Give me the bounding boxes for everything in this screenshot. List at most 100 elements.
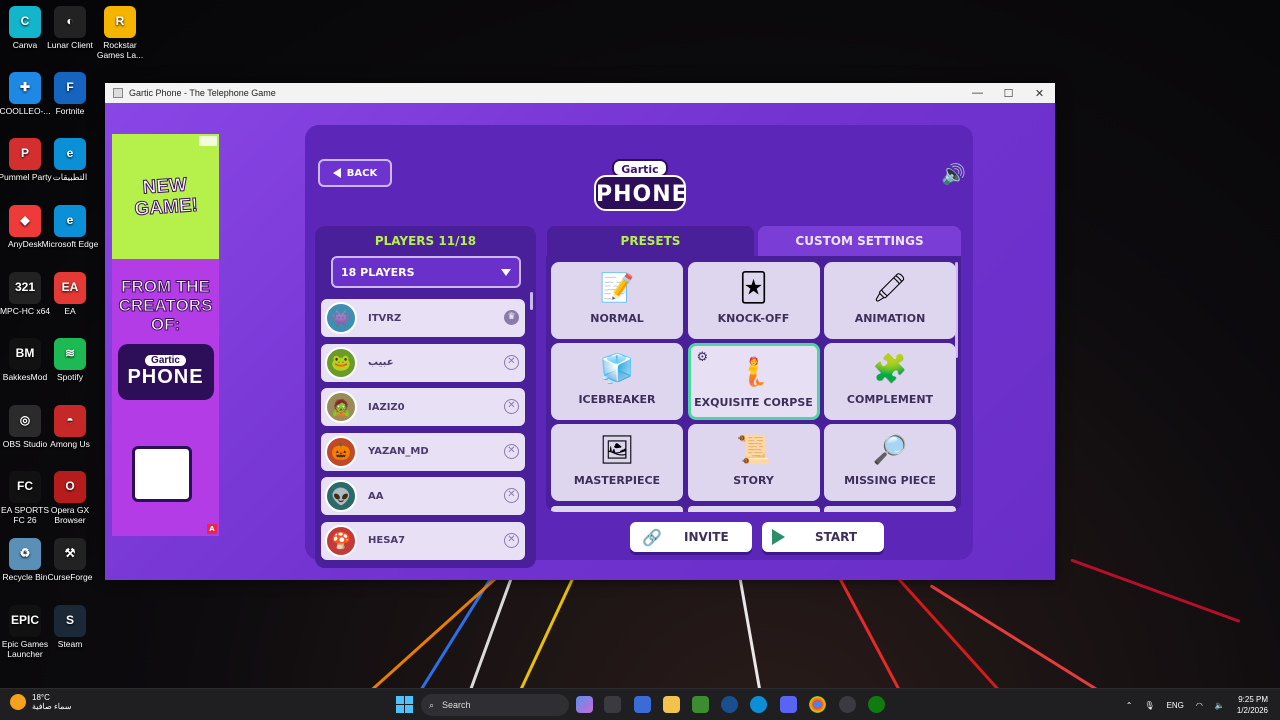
edge-icon[interactable] xyxy=(750,696,767,713)
taskbar: 18°C سماء صافية ⌕ Search ⌃ 🎙 ENG ◠ 🔈 9:2… xyxy=(0,688,1280,720)
start-menu-icon[interactable] xyxy=(396,696,413,713)
preset-card[interactable]: 🃏 KNOCK-OFF xyxy=(687,262,820,339)
preset-card[interactable]: 🔎 MISSING PIECE xyxy=(824,424,956,501)
tab-presets[interactable]: PRESETS xyxy=(547,226,754,256)
start-button[interactable]: START xyxy=(762,522,884,552)
preset-card[interactable]: ⚙ 🧜 EXQUISITE CORPSE xyxy=(687,343,820,420)
desktop-icon[interactable]: S Steam xyxy=(40,605,100,650)
app-icon[interactable] xyxy=(721,696,738,713)
file-explorer-icon[interactable] xyxy=(663,696,680,713)
avatar: 🍄 xyxy=(325,524,357,557)
avatar: 🎃 xyxy=(325,435,357,468)
ad-badge: A xyxy=(207,524,217,534)
ad-logo-top: Gartic xyxy=(145,355,186,366)
back-button[interactable]: BACK xyxy=(318,159,392,187)
microphone-icon[interactable]: 🎙 xyxy=(1144,701,1154,710)
close-button[interactable]: ✕ xyxy=(1024,87,1055,100)
player-row: 👽 AA ✕ xyxy=(321,477,525,515)
maximize-button[interactable]: ☐ xyxy=(993,87,1024,100)
advertisement[interactable]: NEW GAME! FROM THE CREATORS OF: Gartic P… xyxy=(112,134,219,536)
preset-icon: 🧜 xyxy=(736,354,771,388)
preset-card-partial[interactable] xyxy=(688,506,820,512)
preset-label: ANIMATION xyxy=(854,312,926,325)
gartic-phone-taskbar-icon[interactable] xyxy=(839,696,856,713)
clock-time: 9:25 PM xyxy=(1238,695,1268,704)
preset-label: COMPLEMENT xyxy=(846,393,934,406)
desktop-icon[interactable]: EA EA xyxy=(40,272,100,317)
ad-info-icon[interactable] xyxy=(199,136,217,146)
minecraft-icon[interactable] xyxy=(692,696,709,713)
players-scrollbar[interactable] xyxy=(530,292,533,310)
xbox-icon[interactable] xyxy=(868,696,885,713)
preset-icon: 🃏 xyxy=(739,270,768,304)
preset-icon: 🧩 xyxy=(872,351,908,385)
app-logo-icon: S xyxy=(54,605,86,637)
app-logo-icon: EPIC xyxy=(9,605,41,637)
player-name: عبيب xyxy=(368,357,394,368)
sound-icon[interactable]: 🔊 xyxy=(941,162,966,186)
player-list: 👾 ITVRZ ♛ 🐸 عبيب ✕ 🧟 IAZIZ0 ✕ 🎃 YAZAN_MD ✕ 👽… xyxy=(321,299,525,566)
chrome-icon[interactable] xyxy=(809,696,826,713)
gartic-phone-logo: Gartic PHONE xyxy=(594,157,687,215)
desktop-icon-label: Steam xyxy=(57,639,83,649)
desktop-icon[interactable]: R Rockstar Games La... xyxy=(90,6,150,61)
app-logo-icon: ◐ xyxy=(54,6,86,38)
desktop-icon[interactable]: ⚒ CurseForge xyxy=(40,538,100,583)
app-logo-icon: FC xyxy=(9,471,41,503)
discord-icon[interactable] xyxy=(780,696,797,713)
preset-card[interactable]: 📝 NORMAL xyxy=(551,262,683,339)
preset-card[interactable]: 🖼 MASTERPIECE xyxy=(551,424,683,501)
desktop-icon[interactable]: O Opera GX Browser xyxy=(40,471,100,526)
invite-button[interactable]: 🔗 INVITE xyxy=(630,522,752,552)
desktop-icon-label: CurseForge xyxy=(47,572,93,582)
kick-icon[interactable]: ✕ xyxy=(504,488,519,503)
players-panel: PLAYERS 11/18 18 PLAYERS 👾 ITVRZ ♛ 🐸 عبيب… xyxy=(315,226,536,568)
app-logo-icon: ✚ xyxy=(9,72,41,104)
play-icon xyxy=(772,529,785,545)
avatar: 👽 xyxy=(325,480,357,512)
desktop-icon-label: EA xyxy=(64,306,76,316)
wifi-icon[interactable]: ◠ xyxy=(1196,701,1203,710)
desktop-icon[interactable]: e التطبيقات xyxy=(40,138,100,183)
kick-icon[interactable]: ✕ xyxy=(504,354,519,370)
preset-card-partial[interactable] xyxy=(551,506,683,512)
title-bar[interactable]: Gartic Phone - The Telephone Game — ☐ ✕ xyxy=(105,83,1055,103)
preset-card[interactable]: 🧩 COMPLEMENT xyxy=(824,343,956,420)
players-select-value: 18 PLAYERS xyxy=(341,265,415,279)
preset-card-partial[interactable] xyxy=(824,506,956,512)
kick-icon[interactable]: ✕ xyxy=(504,532,519,548)
avatar: 🐸 xyxy=(325,346,357,379)
chevron-down-icon xyxy=(501,268,511,276)
desktop-icon[interactable]: ≋ Spotify xyxy=(40,338,100,383)
preset-icon: 🖼 xyxy=(599,432,635,466)
desktop-icon[interactable]: e Microsoft Edge xyxy=(40,205,100,250)
kick-icon[interactable]: ✕ xyxy=(504,399,519,414)
logo-bottom: PHONE xyxy=(594,175,687,211)
chevron-up-icon[interactable]: ⌃ xyxy=(1126,701,1133,710)
player-row: 👾 ITVRZ ♛ xyxy=(321,299,525,337)
taskbar-search[interactable]: ⌕ Search xyxy=(421,694,569,716)
desktop-icon[interactable]: ◓ Among Us xyxy=(40,405,100,450)
task-view-icon[interactable] xyxy=(604,696,621,713)
desktop-icon[interactable]: F Fortnite xyxy=(40,72,100,117)
gear-icon[interactable]: ⚙ xyxy=(697,350,709,365)
desktop-icon-label: Among Us xyxy=(50,439,90,449)
tab-custom-settings[interactable]: CUSTOM SETTINGS xyxy=(758,226,961,256)
players-select[interactable]: 18 PLAYERS xyxy=(331,256,521,288)
preset-card[interactable]: 🧊 ICEBREAKER xyxy=(551,343,683,420)
security-icon[interactable] xyxy=(634,696,651,713)
volume-icon[interactable]: 🔈 xyxy=(1215,701,1225,710)
preset-card[interactable]: 📜 STORY xyxy=(687,424,820,501)
app-logo-icon: ◆ xyxy=(9,205,41,237)
kick-icon[interactable]: ✕ xyxy=(504,443,519,459)
app-logo-icon: F xyxy=(54,72,86,104)
desktop-icon-label: Fortnite xyxy=(55,106,85,116)
preset-label: MASTERPIECE xyxy=(573,474,661,487)
preset-card[interactable]: 🖍 ANIMATION xyxy=(824,262,956,339)
clock[interactable]: 9:25 PM 1/2/2026 xyxy=(1237,694,1268,716)
language-indicator[interactable]: ENG xyxy=(1167,701,1184,710)
minimize-button[interactable]: — xyxy=(962,87,993,100)
weather-widget[interactable]: 18°C سماء صافية xyxy=(10,693,72,711)
copilot-icon[interactable] xyxy=(576,696,593,713)
app-logo-icon: R xyxy=(104,6,136,38)
